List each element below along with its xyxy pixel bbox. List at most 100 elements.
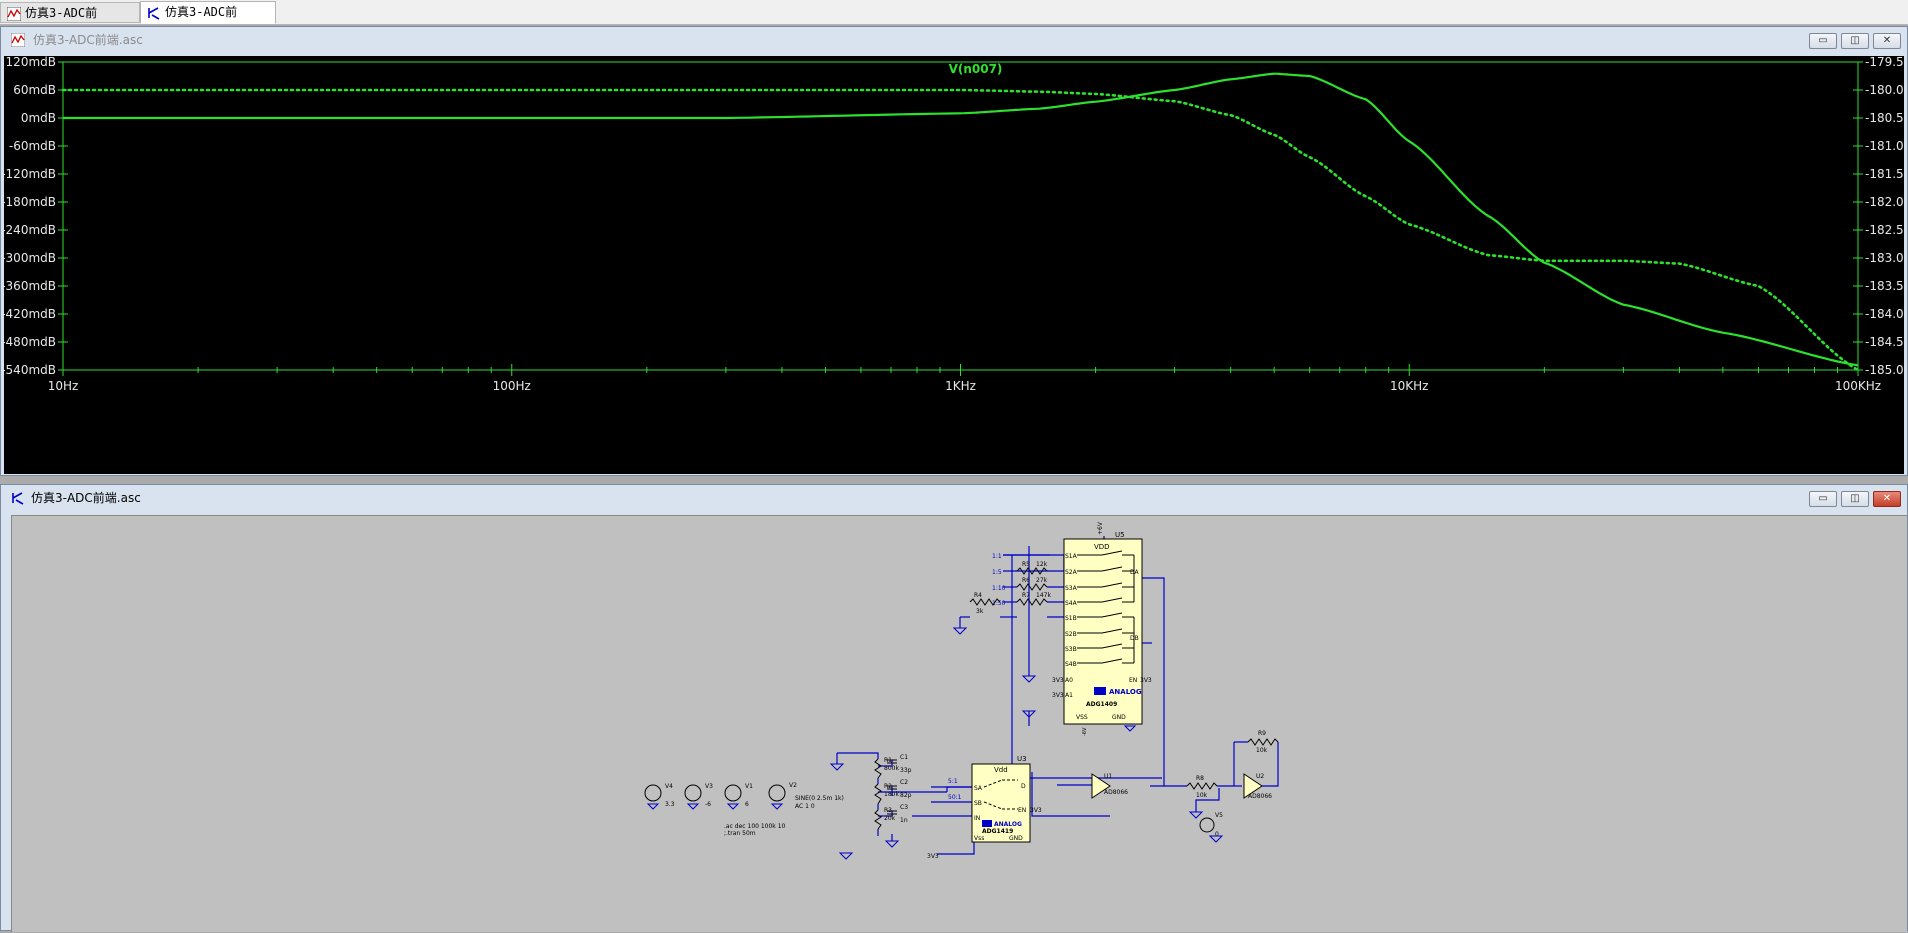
v4-value: 3.3 bbox=[665, 801, 675, 808]
u5-pin-en: EN bbox=[1129, 677, 1137, 684]
tab-waveform[interactable]: 仿真3-ADC前端.asc bbox=[0, 2, 140, 41]
u3-vss: Vss bbox=[974, 835, 984, 842]
schematic-window: 仿真3-ADC前端.asc ▭ ◫ ✕ ANALOG U5 VDD +6V S1… bbox=[0, 484, 1908, 932]
minimize-button[interactable]: ▭ bbox=[1809, 33, 1837, 49]
u5-a0-3v3: 3V3 bbox=[1052, 677, 1064, 684]
u5-pin-s3a: S3A bbox=[1065, 585, 1078, 592]
u3-pin-sa: SA bbox=[974, 785, 983, 792]
u3-pin-d: D bbox=[1021, 783, 1026, 790]
u5-vss: VSS bbox=[1076, 714, 1088, 721]
restore-button[interactable]: ◫ bbox=[1841, 491, 1869, 507]
u1-part: AD8066 bbox=[1104, 789, 1128, 796]
y-right-tick-label: -185.0° bbox=[1865, 363, 1904, 377]
r4-ref: R4 bbox=[974, 592, 982, 599]
r3-value: 20k bbox=[884, 815, 896, 822]
close-button[interactable]: ✕ bbox=[1873, 33, 1901, 49]
r7-value: 147k bbox=[1036, 592, 1051, 599]
u3-en-3v3: 3V3 bbox=[1030, 807, 1042, 814]
tab-schematic[interactable]: 仿真3-ADC前端.asc bbox=[140, 1, 276, 40]
u5-pin-s4b: S4B bbox=[1065, 661, 1077, 668]
magnitude-trace bbox=[63, 72, 1859, 367]
waveform-window-titlebar[interactable]: 仿真3-ADC前端.asc ▭ ◫ ✕ bbox=[1, 27, 1907, 53]
c3-value: 1n bbox=[900, 817, 908, 824]
minimize-button[interactable]: ▭ bbox=[1809, 491, 1837, 507]
c1-ref: C1 bbox=[900, 754, 908, 761]
r8-value: 10k bbox=[1196, 792, 1208, 799]
x-tick-label: 10KHz bbox=[1390, 379, 1428, 393]
r3-ref: R3 bbox=[884, 807, 892, 814]
u5-pin-s2b: S2B bbox=[1065, 631, 1077, 638]
u1-ref: U1 bbox=[1104, 773, 1112, 780]
y-right-tick-label: -181.0° bbox=[1865, 139, 1904, 153]
u3-part: ADG1419 bbox=[982, 828, 1013, 835]
u5-pin-da: DA bbox=[1130, 569, 1140, 576]
y-left-tick-label: -300mdB bbox=[4, 251, 56, 265]
u5-pin-s2a: S2A bbox=[1065, 569, 1078, 576]
schematic-canvas[interactable]: ANALOG U5 VDD +6V S1A S2A S3A S4A S1B S2… bbox=[11, 515, 1907, 932]
y-right-tick-label: -184.0° bbox=[1865, 307, 1904, 321]
u5-part: ADG1409 bbox=[1086, 701, 1117, 708]
r9-ref: R9 bbox=[1258, 730, 1266, 737]
schematic-drawing[interactable]: ANALOG U5 VDD +6V S1A S2A S3A S4A S1B S2… bbox=[12, 516, 1908, 933]
r2-value: 180k bbox=[884, 791, 899, 798]
v2-value: SINE(0 2.5m 1k) bbox=[795, 795, 844, 802]
x-tick-label: 10Hz bbox=[48, 379, 79, 393]
r5-value: 12k bbox=[1036, 561, 1048, 568]
u5-gnd: GND bbox=[1112, 714, 1126, 721]
spice-directive-tran[interactable]: ;.tran 50m bbox=[724, 830, 756, 837]
bode-plot[interactable]: V(n007) 120mdB 60mdB 0mdB -60mdB -120mdB -180m… bbox=[1, 55, 1908, 474]
y-left-tick-label: -480mdB bbox=[4, 335, 56, 349]
plot-frame bbox=[62, 61, 1859, 371]
waveform-window-title: 仿真3-ADC前端.asc bbox=[33, 33, 143, 47]
u5-ref: U5 bbox=[1115, 531, 1125, 539]
u5-pin-a1: A1 bbox=[1065, 692, 1073, 699]
x-tick-label: 1KHz bbox=[945, 379, 976, 393]
r9-value: 10k bbox=[1256, 747, 1268, 754]
ratio-50-1: 50:1 bbox=[948, 794, 962, 801]
schematic-window-title: 仿真3-ADC前端.asc bbox=[31, 491, 141, 505]
c2-ref: C2 bbox=[900, 779, 908, 786]
u5-plus6v: +6V bbox=[1097, 521, 1104, 535]
v2-ref: V2 bbox=[789, 782, 797, 789]
y-left-tick-label: -360mdB bbox=[4, 279, 56, 293]
r6-value: 27k bbox=[1036, 577, 1048, 584]
v5-source[interactable] bbox=[1199, 817, 1215, 833]
y-left-tick-label: 0mdB bbox=[21, 111, 56, 125]
phase-trace bbox=[61, 88, 1860, 372]
y-right-tick-label: -182.0° bbox=[1865, 195, 1904, 209]
r8-ref: R8 bbox=[1196, 775, 1204, 782]
v4-ref: V4 bbox=[665, 783, 673, 790]
c1-value: 33p bbox=[900, 767, 912, 774]
y-right-tick-label: -182.5° bbox=[1865, 223, 1904, 237]
y-right-tick-label: -179.5° bbox=[1865, 56, 1904, 69]
y-left-tick-label: -240mdB bbox=[4, 223, 56, 237]
u2-part: AD8066 bbox=[1248, 793, 1272, 800]
schematic-window-titlebar[interactable]: 仿真3-ADC前端.asc ▭ ◫ ✕ bbox=[1, 485, 1907, 511]
u5-pin-s1a: S1A bbox=[1065, 553, 1078, 560]
u3-vdd: Vdd bbox=[994, 766, 1008, 774]
y-right-tick-label: -183.5° bbox=[1865, 279, 1904, 293]
u5-a1-3v3: 3V3 bbox=[1052, 692, 1064, 699]
r4-value: 3k bbox=[976, 608, 984, 615]
u5-en-3v3: 3V3 bbox=[1140, 677, 1152, 684]
plot-title: V(n007) bbox=[949, 62, 1003, 76]
y-right-tick-label: -181.5° bbox=[1865, 167, 1904, 181]
ratio-1-1: 1:1 bbox=[992, 553, 1002, 560]
close-button[interactable]: ✕ bbox=[1873, 491, 1901, 507]
v2-ac: AC 1 0 bbox=[795, 803, 815, 810]
schematic-icon bbox=[12, 492, 24, 505]
document-tab-bar: 仿真3-ADC前端.asc 仿真3-ADC前端.asc bbox=[0, 0, 1908, 41]
u3-ref: U3 bbox=[1017, 755, 1027, 763]
waveform-plot-area[interactable]: V(n007) 120mdB 60mdB 0mdB -60mdB -120mdB -180m… bbox=[1, 55, 1908, 474]
r5-ref: R5 bbox=[1022, 561, 1030, 568]
restore-button[interactable]: ◫ bbox=[1841, 33, 1869, 49]
y-left-tick-label: -180mdB bbox=[4, 195, 56, 209]
spice-directive-ac[interactable]: .ac dec 100 100k 10 bbox=[724, 823, 786, 830]
schematic-icon bbox=[148, 7, 160, 20]
y-left-tick-label: 120mdB bbox=[6, 56, 56, 69]
r7-ref: R7 bbox=[1022, 592, 1030, 599]
y-left-tick-label: -60mdB bbox=[9, 139, 56, 153]
waveform-icon bbox=[11, 33, 25, 47]
ratio-5-1: 5:1 bbox=[948, 778, 958, 785]
c3-ref: C3 bbox=[900, 804, 908, 811]
